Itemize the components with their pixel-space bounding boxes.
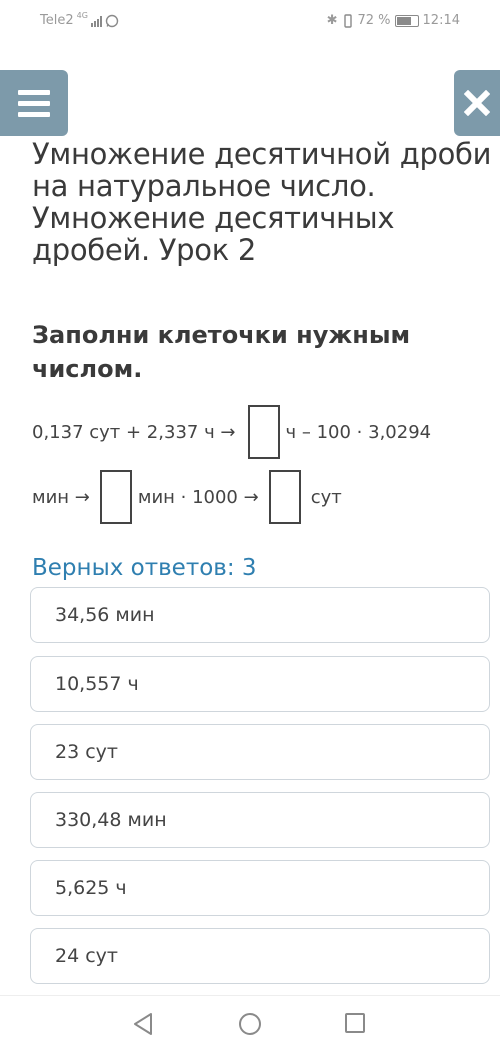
answer-drop-box-3[interactable]: [268, 470, 301, 524]
bluetooth-icon: ✱: [326, 13, 338, 28]
carrier-name: Tele2: [40, 13, 74, 28]
answer-option-label: 34,56 мин: [55, 604, 155, 626]
signal-icon: [90, 15, 102, 27]
hamburger-icon: [18, 89, 50, 95]
answer-option-label: 330,48 мин: [55, 809, 167, 831]
back-triangle-icon[interactable]: [132, 1012, 154, 1036]
system-nav-bar: [0, 995, 500, 1056]
recents-square-icon[interactable]: [344, 1012, 366, 1034]
expression-line-1: 0,137 сут + 2,337 ч → ч – 100 · 3,0294: [32, 405, 431, 459]
clock-time: 12:14: [422, 13, 460, 28]
answer-drop-box-1[interactable]: [247, 405, 280, 459]
battery-icon: [394, 14, 419, 27]
answer-drop-box-2[interactable]: [99, 470, 132, 524]
expression-part: сут: [310, 486, 342, 508]
status-bar: Tele2 4G ✱ 72 % 12:14: [0, 0, 500, 42]
network-type: 4G: [76, 11, 88, 20]
home-circle-icon[interactable]: [238, 1012, 262, 1036]
expression-part: мин →: [32, 486, 90, 508]
task-instruction: Заполни клеточки нужным числом.: [32, 321, 411, 383]
close-button[interactable]: [454, 70, 500, 136]
expression-line-2: мин → мин · 1000 → сут: [32, 470, 342, 524]
battery-percent: 72 %: [357, 13, 391, 28]
whatsapp-icon: [105, 14, 119, 27]
vibrate-icon: [343, 13, 352, 28]
expression-part: мин · 1000 →: [137, 486, 259, 508]
answer-option-label: 23 сут: [55, 741, 118, 763]
expression-part: ч – 100 · 3,0294: [285, 421, 432, 443]
menu-button[interactable]: [0, 70, 68, 136]
page-title: Умножение десятичной дроби на натурально…: [32, 137, 492, 267]
answer-option[interactable]: 330,48 мин: [30, 792, 490, 848]
answer-option[interactable]: 10,557 ч: [30, 656, 490, 712]
correct-answers-label: Верных ответов: 3: [32, 555, 257, 581]
close-icon: [464, 90, 490, 116]
answer-option-label: 24 сут: [55, 945, 118, 967]
expression-part: 0,137 сут + 2,337 ч →: [32, 421, 236, 443]
status-right: ✱ 72 % 12:14: [327, 13, 460, 28]
answer-option[interactable]: 24 сут: [30, 928, 490, 984]
answer-option-label: 5,625 ч: [55, 877, 127, 899]
answer-option-label: 10,557 ч: [55, 673, 139, 695]
status-left: Tele2 4G: [40, 11, 119, 28]
answer-option[interactable]: 34,56 мин: [30, 587, 490, 643]
answer-option[interactable]: 5,625 ч: [30, 860, 490, 916]
answer-option[interactable]: 23 сут: [30, 724, 490, 780]
